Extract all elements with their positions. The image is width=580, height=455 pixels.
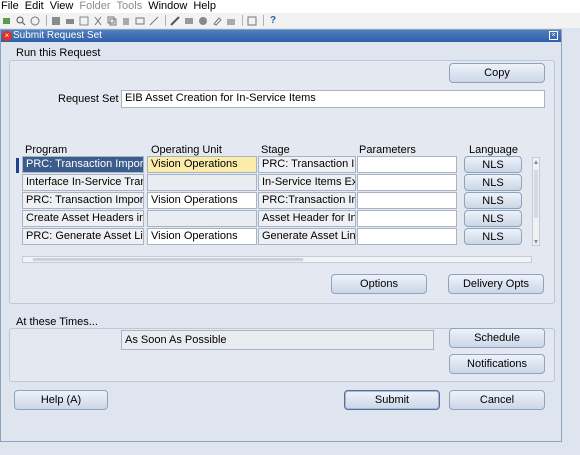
delivery-opts-button[interactable]: Delivery Opts (448, 274, 544, 294)
cut-icon[interactable] (93, 16, 103, 26)
operating-unit-cell[interactable]: Vision Operations (147, 192, 257, 209)
menu-bar: File Edit View Folder Tools Window Help (0, 0, 580, 13)
table-vertical-scrollbar[interactable] (532, 157, 540, 246)
stage-cell: PRC:Transaction Im (258, 192, 356, 209)
parameters-cell[interactable] (357, 174, 457, 191)
delete-icon[interactable] (149, 16, 159, 26)
stage-cell: PRC: Transaction Im (258, 156, 356, 173)
menu-edit[interactable]: Edit (25, 0, 44, 13)
submit-request-set-window: × Submit Request Set × Run this Request … (0, 29, 562, 442)
menu-folder: Folder (79, 0, 111, 12)
operating-unit-cell[interactable]: Vision Operations (147, 156, 257, 173)
folder-tools-icon[interactable] (226, 16, 236, 26)
horizontal-scroll-thumb[interactable] (33, 258, 303, 261)
maximize-icon[interactable]: × (549, 31, 558, 40)
language-column-header: Language (469, 144, 518, 156)
help-icon[interactable]: ? (268, 15, 278, 26)
program-cell[interactable]: PRC: Transaction Import (22, 192, 144, 209)
operating-unit-cell (147, 174, 257, 191)
zoom-icon[interactable] (184, 16, 194, 26)
parameters-cell[interactable] (357, 156, 457, 173)
run-section-heading: Run this Request (16, 47, 101, 59)
operating-unit-column-header: Operating Unit (151, 144, 222, 156)
times-section-heading: At these Times... (16, 316, 98, 328)
print-icon[interactable] (65, 16, 75, 26)
options-button[interactable]: Options (331, 274, 427, 294)
scroll-thumb (534, 170, 538, 218)
copy-button[interactable]: Copy (449, 63, 545, 83)
toolbar-separator (165, 15, 166, 26)
find-icon[interactable] (16, 16, 26, 26)
request-set-label: Request Set (58, 93, 119, 105)
clear-record-icon[interactable] (135, 16, 145, 26)
new-icon[interactable] (2, 16, 12, 26)
program-cell[interactable]: PRC: Transaction Import (22, 156, 144, 173)
toolbar: ? (0, 13, 580, 28)
toolbar-separator (263, 15, 264, 26)
schedule-field: As Soon As Possible (121, 330, 434, 350)
window-icon[interactable] (247, 16, 257, 26)
scroll-down-icon (534, 240, 538, 244)
attachments-icon[interactable] (212, 16, 222, 26)
menu-view[interactable]: View (50, 0, 74, 13)
paste-icon[interactable] (121, 16, 131, 26)
nls-button[interactable]: NLS (464, 192, 522, 209)
nls-button[interactable]: NLS (464, 228, 522, 245)
current-row-indicator (16, 158, 19, 173)
menu-file[interactable]: File (1, 0, 19, 13)
stage-column-header: Stage (261, 144, 290, 156)
navigator-icon[interactable] (30, 16, 40, 26)
edit-field-icon[interactable] (170, 15, 180, 26)
parameters-cell[interactable] (357, 210, 457, 227)
request-set-field[interactable]: EIB Asset Creation for In-Service Items (121, 90, 545, 108)
program-cell[interactable]: PRC: Generate Asset Line (22, 228, 144, 245)
nls-button[interactable]: NLS (464, 156, 522, 173)
cancel-button[interactable]: Cancel (449, 390, 545, 410)
close-icon[interactable]: × (2, 31, 12, 41)
stage-cell: In-Service Items Ex (258, 174, 356, 191)
program-cell[interactable]: Interface In-Service Trans (22, 174, 144, 191)
help-button[interactable]: Help (A) (14, 390, 108, 410)
program-cell[interactable]: Create Asset Headers in C (22, 210, 144, 227)
program-column-header: Program (25, 144, 68, 156)
toolbar-separator (242, 15, 243, 26)
save-icon[interactable] (51, 16, 61, 26)
parameters-cell[interactable] (357, 192, 457, 209)
stage-cell: Generate Asset Line (258, 228, 356, 245)
window-titlebar: × Submit Request Set × (1, 30, 561, 42)
menu-help[interactable]: Help (193, 0, 216, 13)
table-horizontal-scrollbar[interactable] (22, 256, 532, 263)
operating-unit-cell[interactable]: Vision Operations (147, 228, 257, 245)
operating-unit-cell (147, 210, 257, 227)
submit-button[interactable]: Submit (344, 390, 440, 410)
notifications-button[interactable]: Notifications (449, 354, 545, 374)
schedule-button[interactable]: Schedule (449, 328, 545, 348)
stage-cell: Asset Header for In (258, 210, 356, 227)
toolbar-separator (46, 15, 47, 26)
parameters-cell[interactable] (357, 228, 457, 245)
translations-icon[interactable] (198, 16, 208, 26)
nls-button[interactable]: NLS (464, 210, 522, 227)
menu-tools: Tools (116, 0, 143, 12)
nls-button[interactable]: NLS (464, 174, 522, 191)
menu-window[interactable]: Window (148, 0, 187, 13)
close-form-icon[interactable] (79, 16, 89, 26)
scroll-up-icon (534, 160, 538, 164)
copy-icon[interactable] (107, 16, 117, 26)
window-title: Submit Request Set (13, 30, 102, 41)
parameters-column-header: Parameters (359, 144, 416, 156)
